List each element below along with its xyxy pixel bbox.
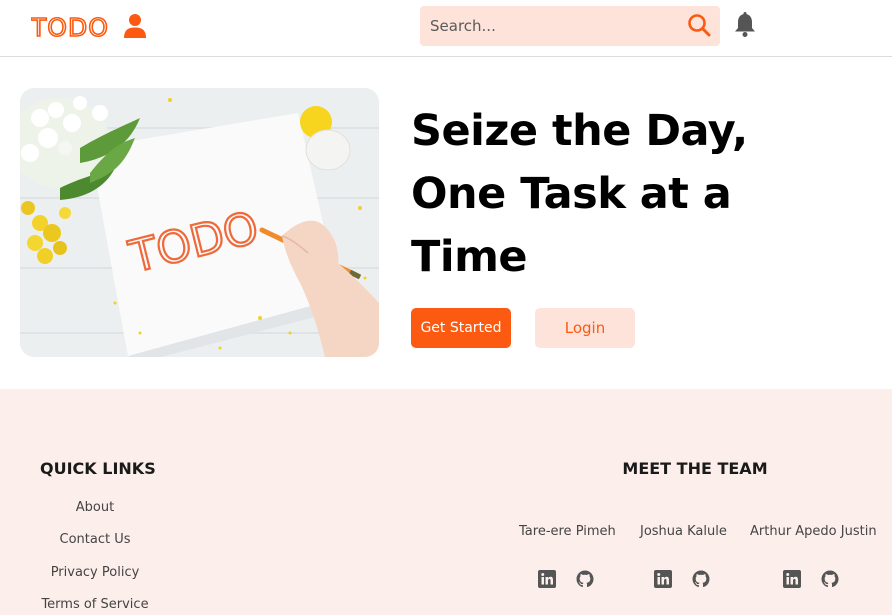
github-icon[interactable] — [821, 570, 839, 588]
hero-image: TODO — [20, 88, 379, 357]
todo-logo[interactable]: TODO — [31, 10, 111, 42]
search-bar — [420, 6, 720, 46]
team-member-name: Arthur Apedo Justin — [750, 524, 877, 539]
team-member-name: Tare-ere Pimeh — [519, 524, 616, 539]
footer: QUICK LINKS About Contact Us Privacy Pol… — [0, 389, 892, 615]
linkedin-icon[interactable] — [538, 570, 556, 588]
footer-link-privacy[interactable]: Privacy Policy — [0, 565, 190, 580]
github-icon[interactable] — [692, 570, 710, 588]
linkedin-icon[interactable] — [783, 570, 801, 588]
get-started-button[interactable]: Get Started — [411, 308, 511, 348]
team-member-name: Joshua Kalule — [640, 524, 727, 539]
search-icon[interactable] — [686, 12, 712, 38]
quick-links-title: QUICK LINKS — [40, 459, 156, 478]
footer-link-terms[interactable]: Terms of Service — [0, 597, 190, 612]
linkedin-icon[interactable] — [654, 570, 672, 588]
bell-icon[interactable] — [733, 12, 757, 38]
github-icon[interactable] — [576, 570, 594, 588]
hero-title: Seize the Day, One Task at a Time — [411, 106, 748, 282]
top-navbar: TODO — [0, 0, 892, 57]
svg-text:TODO: TODO — [31, 13, 109, 42]
meet-the-team-title: MEET THE TEAM — [622, 459, 768, 478]
login-button[interactable]: Login — [535, 308, 635, 348]
user-icon[interactable] — [122, 13, 148, 39]
footer-link-contact[interactable]: Contact Us — [0, 532, 190, 547]
footer-link-about[interactable]: About — [0, 500, 190, 515]
search-input[interactable] — [420, 6, 682, 46]
